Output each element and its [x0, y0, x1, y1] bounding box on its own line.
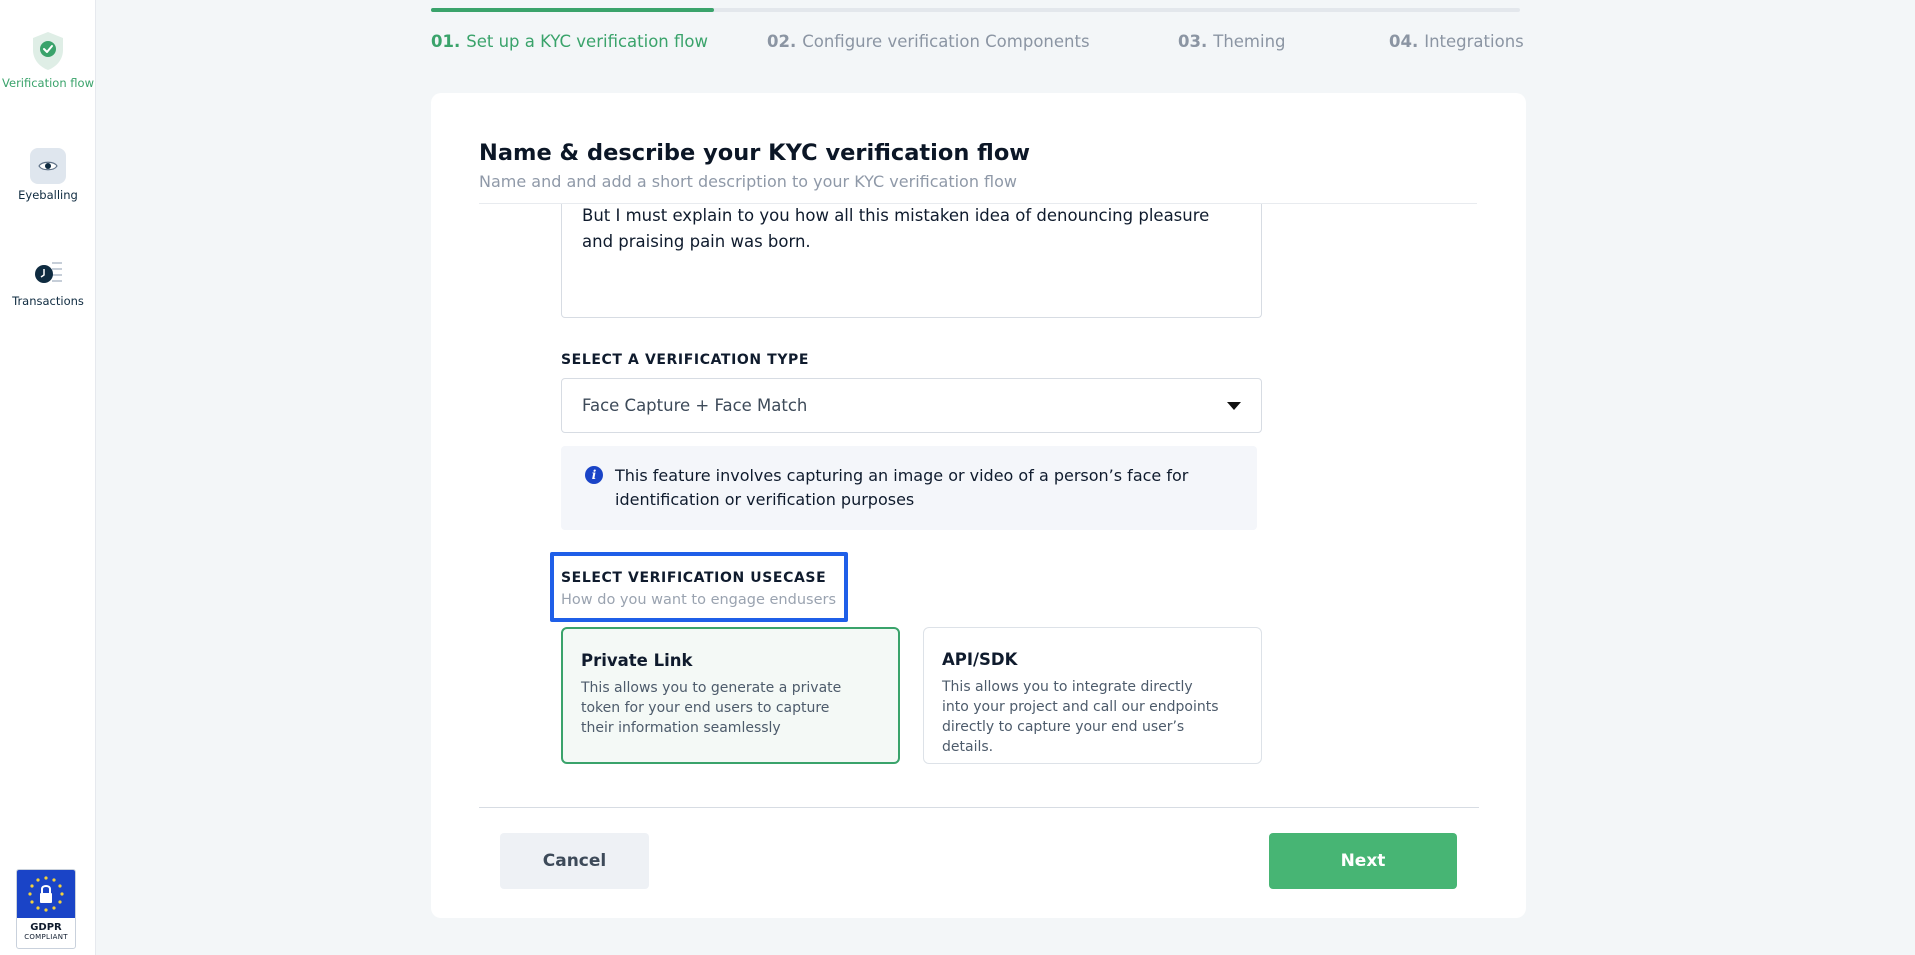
- option-title: Private Link: [581, 651, 693, 670]
- gdpr-title: GDPR: [30, 922, 62, 933]
- eu-flag-icon: [17, 870, 75, 918]
- step-label: Integrations: [1424, 32, 1524, 51]
- sidebar-item-transactions[interactable]: Transactions: [0, 258, 96, 308]
- cancel-button[interactable]: Cancel: [500, 833, 649, 889]
- sidebar-item-eyeballing[interactable]: Eyeballing: [0, 148, 96, 202]
- step-number: 01.: [431, 32, 461, 51]
- description-textarea[interactable]: But I must explain to you how all this m…: [561, 203, 1262, 318]
- sidebar-item-label: Verification flow: [2, 76, 94, 90]
- sidebar-item-verification-flow[interactable]: Verification flow: [0, 30, 96, 90]
- sidebar-item-label: Transactions: [12, 294, 84, 308]
- step-label: Theming: [1213, 32, 1286, 51]
- form-card: Name & describe your KYC verification fl…: [431, 93, 1526, 918]
- progress-fill: [431, 8, 715, 12]
- gdpr-badge: GDPR COMPLIANT: [16, 869, 76, 949]
- caret-down-icon: [1227, 401, 1241, 410]
- step-3[interactable]: 03. Theming: [1178, 32, 1286, 51]
- option-description: This allows you to generate a private to…: [581, 680, 842, 736]
- option-private-link[interactable]: Private Link This allows you to generate…: [561, 627, 900, 764]
- sidebar: Verification flow Eyeballing Transaction…: [0, 0, 96, 955]
- step-number: 03.: [1178, 32, 1208, 51]
- info-text: This feature involves capturing an image…: [615, 466, 1189, 509]
- progress-track: [431, 8, 1520, 12]
- page-title: Name & describe your KYC verification fl…: [479, 140, 1031, 166]
- sidebar-item-label: Eyeballing: [18, 188, 78, 202]
- gdpr-subtitle: COMPLIANT: [24, 933, 68, 941]
- step-number: 02.: [767, 32, 797, 51]
- verification-type-select[interactable]: Face Capture + Face Match: [561, 378, 1262, 433]
- info-icon: i: [585, 466, 603, 484]
- option-api-sdk[interactable]: API/SDK This allows you to integrate dir…: [923, 627, 1262, 764]
- step-number: 04.: [1389, 32, 1419, 51]
- step-1[interactable]: 01. Set up a KYC verification flow: [431, 32, 708, 51]
- step-label: Set up a KYC verification flow: [466, 32, 708, 51]
- step-4[interactable]: 04. Integrations: [1389, 32, 1524, 51]
- eye-icon: [30, 148, 66, 184]
- next-button[interactable]: Next: [1269, 833, 1457, 889]
- shield-check-icon: [33, 32, 63, 70]
- verification-type-value: Face Capture + Face Match: [582, 396, 808, 415]
- step-2[interactable]: 02. Configure verification Components: [767, 32, 1090, 51]
- info-callout: i This feature involves capturing an ima…: [561, 446, 1257, 530]
- option-description: This allows you to integrate directly in…: [942, 679, 1219, 755]
- usecase-label: SELECT VERIFICATION USECASE: [561, 570, 827, 586]
- page-subtitle: Name and and add a short description to …: [479, 172, 1017, 191]
- description-text: But I must explain to you how all this m…: [582, 206, 1210, 251]
- verification-type-label: SELECT A VERIFICATION TYPE: [561, 352, 810, 368]
- transactions-icon: [35, 262, 62, 283]
- option-title: API/SDK: [942, 650, 1018, 669]
- usecase-subtitle: How do you want to engage endusers: [561, 592, 837, 608]
- header-divider: [479, 203, 1477, 204]
- usecase-highlight-box: [550, 552, 848, 622]
- footer-divider: [479, 807, 1479, 808]
- step-label: Configure verification Components: [802, 32, 1090, 51]
